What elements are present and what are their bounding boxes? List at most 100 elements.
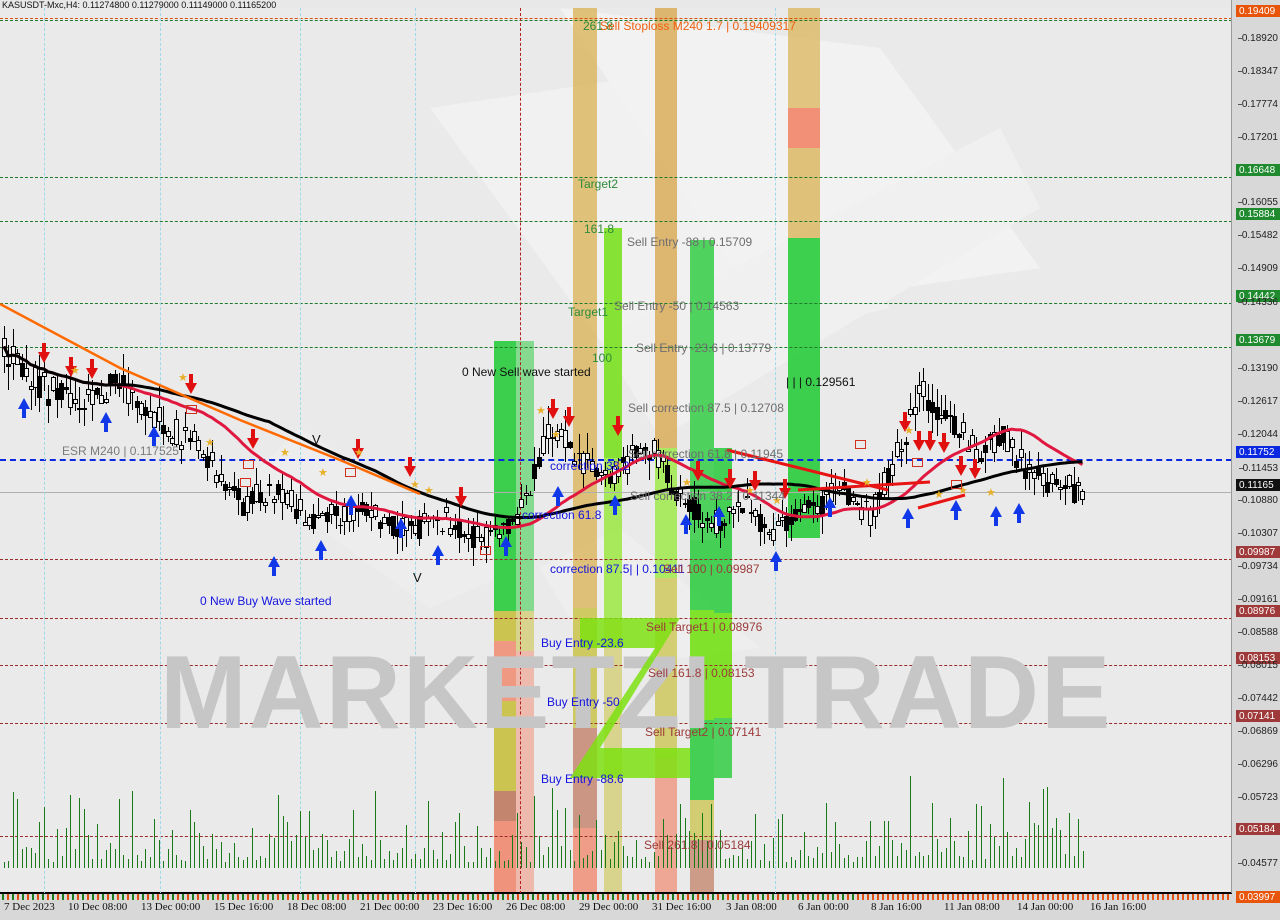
volume-bar <box>322 834 324 868</box>
sell-arrow-icon <box>455 496 467 507</box>
volume-bar <box>1056 818 1057 868</box>
annotation-fib-1618-top: 161.8 <box>584 222 615 236</box>
annotation-new-sell-wave: 0 New Sell wave started <box>462 365 591 379</box>
time-tick-mark <box>357 894 359 900</box>
time-tick-mark <box>872 894 874 900</box>
volume-bar <box>821 853 823 868</box>
candle-body <box>1009 438 1015 448</box>
volume-bar <box>596 819 598 868</box>
time-tick-mark <box>687 894 689 900</box>
time-axis[interactable]: 7 Dec 2023 10 Dec 08:00 13 Dec 00:00 15 Dec… <box>0 893 1232 920</box>
volume-bar <box>282 815 284 868</box>
annotation-sell-target1: Sell Target1 | 0.08976 <box>646 620 763 634</box>
volume-bar <box>918 852 920 868</box>
candle-body <box>435 517 441 521</box>
volume-bar <box>1011 856 1013 868</box>
sell-arrow-icon <box>692 470 704 481</box>
time-tick-mark <box>1127 894 1129 900</box>
volume-bar <box>737 856 739 868</box>
time-tick-mark <box>317 894 319 900</box>
time-tick-mark <box>682 894 684 900</box>
annotation-sell-100: Sell 100 | 0.09987 <box>663 562 760 576</box>
annotation-sell-corr-382: Sell correction 38.2 | 0.11344 <box>630 489 785 503</box>
volume-bar <box>375 790 377 868</box>
volume-bar <box>1078 819 1080 868</box>
time-tick-mark <box>87 894 89 900</box>
time-tick-mark <box>222 894 224 900</box>
candle-wick <box>941 395 943 425</box>
price-axis[interactable]: 0.19409 0.18920 0.18347 0.17774 0.17201 0.166… <box>1231 0 1280 920</box>
time-tick-mark <box>1177 894 1179 900</box>
volume-bar <box>560 845 562 868</box>
time-tick-mark <box>877 894 879 900</box>
zone-band <box>788 148 820 238</box>
sell-arrow-stem <box>551 399 555 409</box>
volume-bar <box>269 834 271 868</box>
sell-arrow-stem <box>753 471 757 481</box>
volume-bar <box>30 847 32 868</box>
time-tick-mark <box>12 894 14 900</box>
volume-bar <box>52 861 54 868</box>
price-level-line <box>0 559 1232 560</box>
time-tick-mark <box>462 894 464 900</box>
time-tick-mark <box>142 894 144 900</box>
volume-bar <box>388 851 390 868</box>
volume-bar <box>728 858 730 868</box>
candle-wick <box>764 516 766 544</box>
candle-body <box>267 484 273 486</box>
time-tick-label: 16 Jan 16:00 <box>1090 901 1147 913</box>
volume-bar <box>901 843 903 868</box>
time-tick-mark <box>517 894 519 900</box>
time-tick-mark <box>787 894 789 900</box>
volume-bar <box>17 799 19 868</box>
volume-bar <box>994 837 996 868</box>
time-tick-mark <box>937 894 939 900</box>
price-tick: 0.11453 <box>1238 463 1280 474</box>
volume-bar <box>614 841 615 868</box>
volume-bar <box>335 851 337 868</box>
volume-bar <box>516 813 518 868</box>
time-tick-mark <box>192 894 194 900</box>
chart-window: KASUSDT-Mxc,H4: 0.11274800 0.11279000 0.… <box>0 0 1280 920</box>
time-tick-mark <box>467 894 469 900</box>
time-tick-mark <box>637 894 639 900</box>
time-tick-mark <box>862 894 864 900</box>
volume-bar <box>808 856 810 868</box>
volume-bar <box>251 827 253 868</box>
volume-bar <box>344 851 346 868</box>
time-tick-mark <box>417 894 419 900</box>
volume-bar <box>21 849 23 868</box>
time-tick-mark <box>67 894 69 900</box>
flag-marker-icon <box>186 405 197 414</box>
time-tick-mark <box>942 894 944 900</box>
volume-bar <box>972 860 973 868</box>
time-tick-mark <box>57 894 59 900</box>
time-tick-mark <box>17 894 19 900</box>
volume-bar <box>857 857 859 868</box>
chart-plot-area[interactable]: MARKETZI TRADE ★ ★ ★ ★ ★ ★ ★ ★ ★ ★ ★ ★ ★ ★ ★ ★ ★ ★ ★ V V 261… <box>0 8 1232 894</box>
volume-bar <box>450 854 452 868</box>
buy-arrow-stem <box>994 516 998 526</box>
time-tick-mark <box>627 894 629 900</box>
price-tick: 0.11752 <box>1236 446 1280 458</box>
sell-arrow-stem <box>90 359 94 369</box>
time-tick-mark <box>952 894 954 900</box>
candle-body <box>444 507 449 514</box>
volume-bar <box>8 860 10 868</box>
volume-bar <box>70 794 72 868</box>
candle-wick <box>463 530 465 543</box>
volume-bar <box>362 844 363 868</box>
price-tick: 0.14336 <box>1237 297 1280 308</box>
candle-body <box>183 426 189 431</box>
volume-bar <box>397 852 399 868</box>
candle-body <box>103 399 109 403</box>
volume-bar <box>167 848 169 868</box>
time-tick-mark <box>857 894 859 900</box>
volume-bar <box>339 861 341 868</box>
time-tick-mark <box>297 894 299 900</box>
time-tick-mark <box>607 894 609 900</box>
annotation-buy-entry-236: Buy Entry -23.6 <box>541 636 624 650</box>
candle-body <box>519 499 525 509</box>
time-tick-mark <box>1167 894 1169 900</box>
volume-bar <box>114 849 116 868</box>
